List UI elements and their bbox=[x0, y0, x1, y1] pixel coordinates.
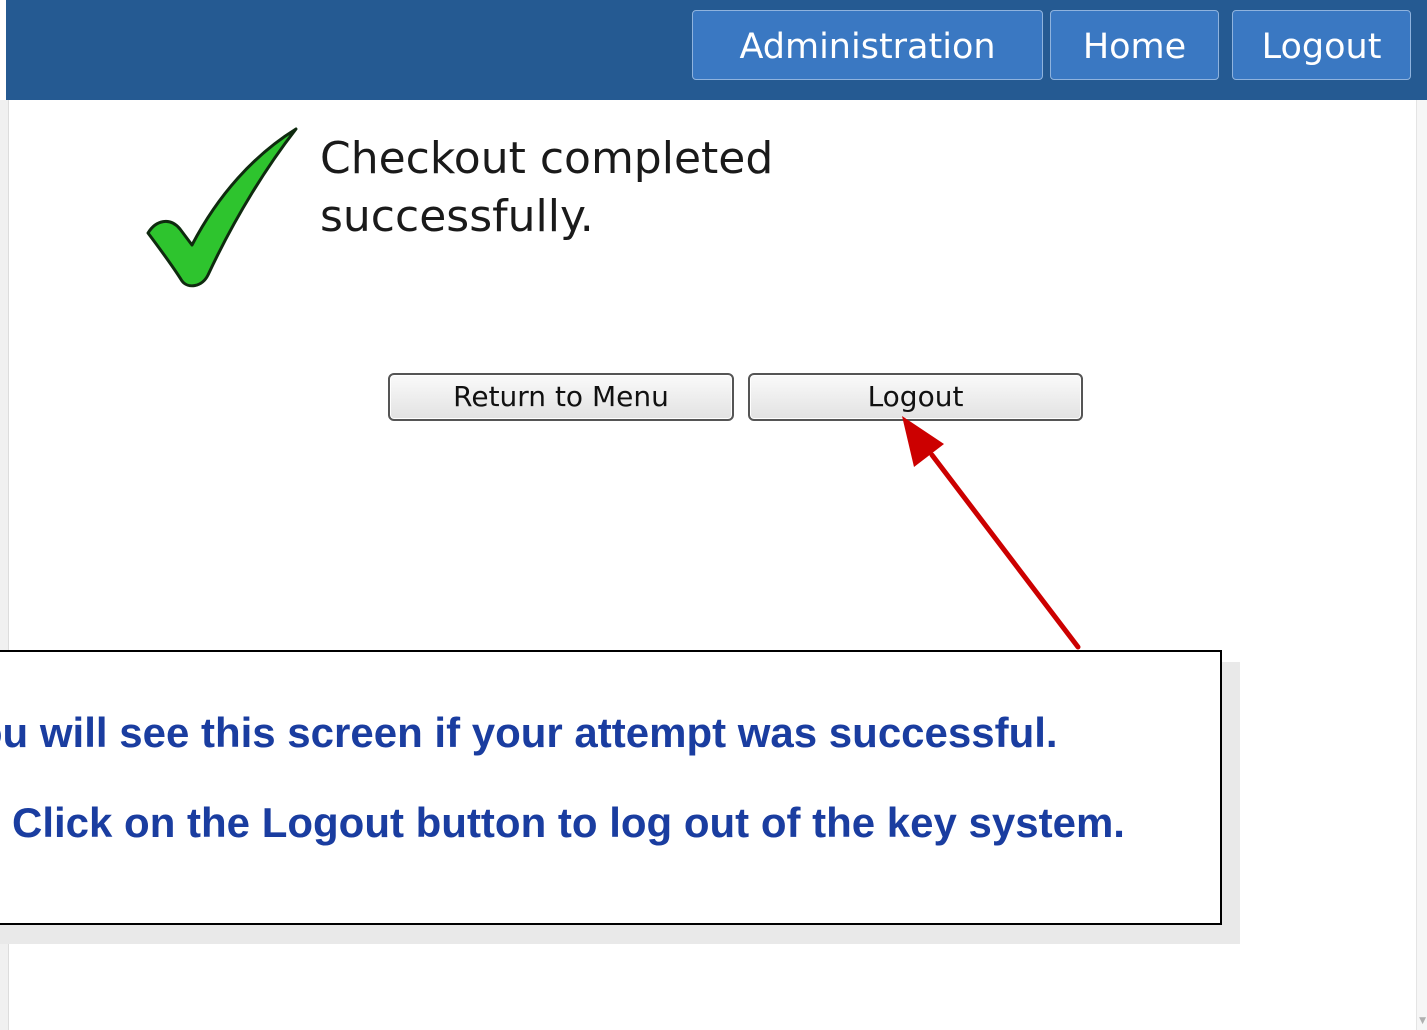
nav-logout-button[interactable]: Logout bbox=[1232, 10, 1411, 80]
callout-line-logout: Click on the Logout button to log out of… bbox=[12, 799, 1125, 846]
return-to-menu-button[interactable]: Return to Menu bbox=[388, 373, 734, 421]
checkmark-icon bbox=[146, 127, 298, 288]
vertical-scrollbar[interactable]: ▼ bbox=[1416, 100, 1427, 1030]
page: ▼ Administration Home Logout Checkout co… bbox=[0, 0, 1427, 1030]
administration-button[interactable]: Administration bbox=[692, 10, 1043, 80]
scroll-down-icon[interactable]: ▼ bbox=[1419, 1017, 1426, 1026]
success-message: Checkout completed successfully. bbox=[320, 133, 774, 242]
instruction-callout: You will see this screen if your attempt… bbox=[0, 650, 1222, 925]
home-button[interactable]: Home bbox=[1050, 10, 1219, 80]
logout-button[interactable]: Logout bbox=[748, 373, 1083, 421]
callout-line-success: You will see this screen if your attempt… bbox=[0, 709, 1058, 756]
